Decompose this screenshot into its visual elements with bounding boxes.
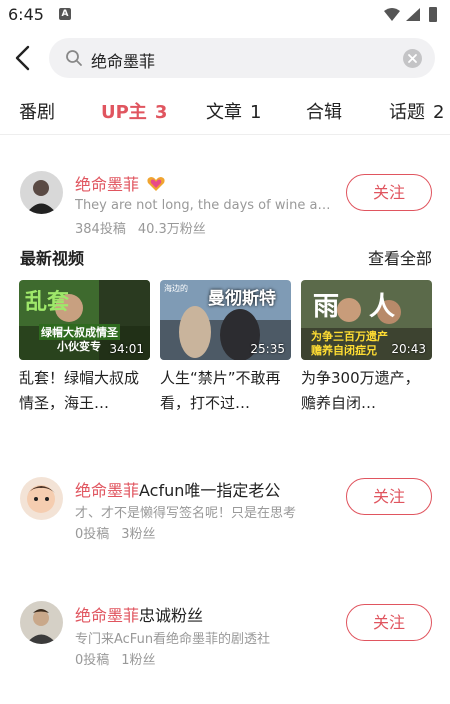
video-card[interactable]: 乱套 绿帽大叔成情圣 小伙变专 34:01 乱套！绿帽大叔成情圣，海王… xyxy=(19,280,150,416)
result-tabs: 番剧 UP主 3 文章 1 合辑 话题 2 xyxy=(0,92,450,130)
thumb-subtitle-2: 赡养自闭症兄 xyxy=(311,344,377,357)
search-query[interactable]: 绝命墨菲 xyxy=(91,48,155,72)
video-thumbnail[interactable]: 海边的 曼彻斯特 25:35 xyxy=(160,280,291,360)
search-icon xyxy=(66,50,82,66)
video-thumbnail[interactable]: 乱套 绿帽大叔成情圣 小伙变专 34:01 xyxy=(19,280,150,360)
thumb-title: 曼彻斯特 xyxy=(208,289,276,309)
thumb-subtitle: 海边的 xyxy=(164,284,188,293)
wifi-icon xyxy=(384,8,400,21)
avatar[interactable] xyxy=(20,477,63,520)
status-time: 6:45 xyxy=(8,5,44,24)
notification-icon: A xyxy=(59,8,71,20)
user-stats: 0投稿 1粉丝 xyxy=(75,653,156,668)
latest-videos-heading: 最新视频 xyxy=(20,249,85,268)
user-name[interactable]: 绝命墨菲忠诚粉丝 xyxy=(75,602,203,626)
video-title[interactable]: 为争300万遗产，赡养自闭… xyxy=(301,366,432,416)
thumb-title: 雨人 xyxy=(313,292,426,322)
tabs-divider xyxy=(0,134,450,135)
user-signature: They are not long, the days of wine and … xyxy=(75,198,333,213)
see-all-link[interactable]: 查看全部 xyxy=(368,245,432,269)
follow-button[interactable]: 关注 xyxy=(346,604,432,641)
user-stats: 0投稿 3粉丝 xyxy=(75,527,156,542)
tab-up[interactable]: UP主 3 xyxy=(101,98,167,124)
video-card[interactable]: 海边的 曼彻斯特 25:35 人生“禁片”不敢再看，打不过… xyxy=(160,280,291,416)
video-thumbnail[interactable]: 雨人 为争三百万遗产 赡养自闭症兄 20:43 xyxy=(301,280,432,360)
tab-collection[interactable]: 合辑 xyxy=(306,98,342,124)
back-arrow-icon[interactable] xyxy=(10,43,36,73)
search-bar-row: 绝命墨菲 xyxy=(0,35,450,81)
user-name[interactable]: 绝命墨菲 xyxy=(75,171,166,195)
tab-topic[interactable]: 话题 2 xyxy=(389,98,444,124)
video-duration: 20:43 xyxy=(391,342,426,356)
video-title[interactable]: 乱套！绿帽大叔成情圣，海王… xyxy=(19,366,150,416)
avatar[interactable] xyxy=(20,601,63,644)
thumb-title: 乱套 xyxy=(25,290,70,315)
video-duration: 34:01 xyxy=(109,342,144,356)
user-stats: 384投稿 40.3万粉丝 xyxy=(75,222,206,237)
video-title[interactable]: 人生“禁片”不敢再看，打不过… xyxy=(160,366,291,416)
tab-bangumi[interactable]: 番剧 xyxy=(19,98,55,124)
battery-icon xyxy=(429,7,437,22)
signal-icon xyxy=(406,8,420,21)
thumb-subtitle-2: 小伙变专 xyxy=(57,340,101,353)
clear-icon[interactable] xyxy=(403,49,422,68)
tab-article[interactable]: 文章 1 xyxy=(206,98,261,124)
video-card[interactable]: 雨人 为争三百万遗产 赡养自闭症兄 20:43 为争300万遗产，赡养自闭… xyxy=(301,280,432,416)
video-duration: 25:35 xyxy=(250,342,285,356)
status-icons xyxy=(384,7,437,22)
user-signature: 才、才不是懒得写签名呢！只是在思考 xyxy=(75,506,297,521)
follow-button[interactable]: 关注 xyxy=(346,478,432,515)
user-name[interactable]: 绝命墨菲Acfun唯一指定老公 xyxy=(75,477,280,501)
search-input[interactable]: 绝命墨菲 xyxy=(49,38,435,78)
user-signature: 专门来AcFun看绝命墨菲的剧透社 xyxy=(75,632,271,647)
avatar[interactable] xyxy=(20,171,63,214)
status-bar: 6:45 A xyxy=(0,0,450,30)
heart-badge-icon xyxy=(147,177,165,191)
follow-button[interactable]: 关注 xyxy=(346,174,432,211)
